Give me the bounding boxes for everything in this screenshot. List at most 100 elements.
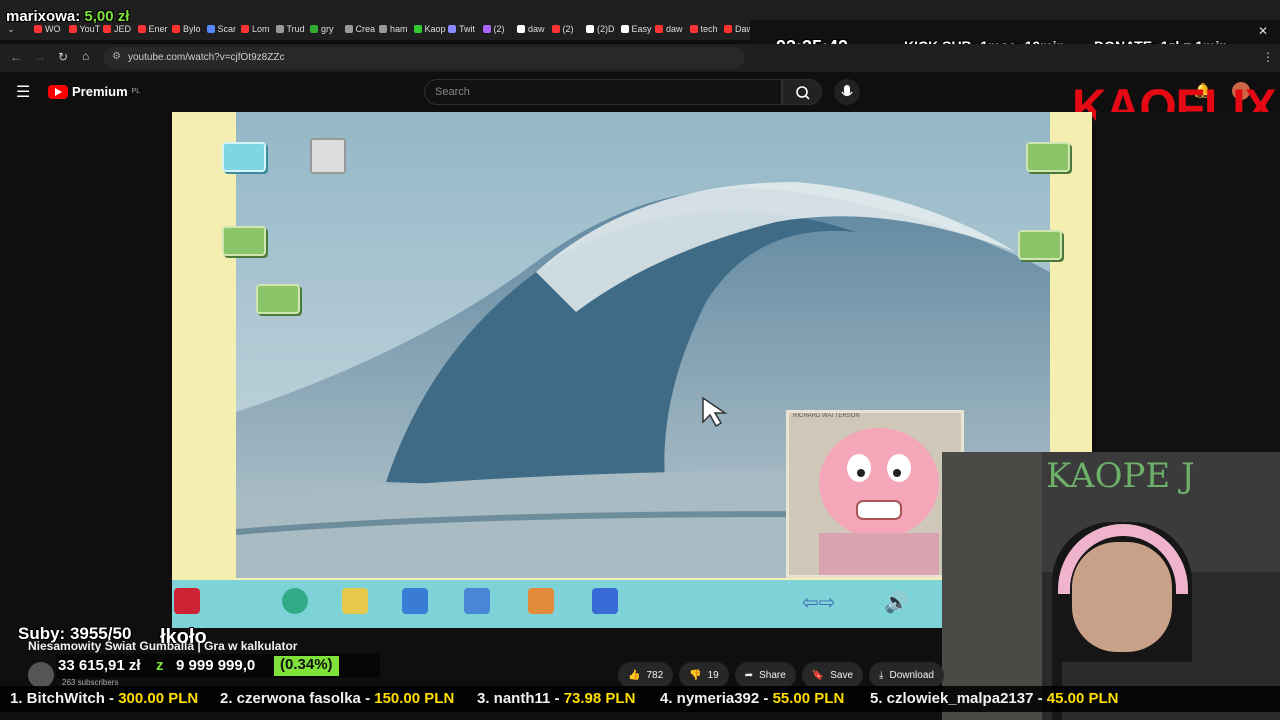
goal-target: 9 999 999,0 [176,657,256,674]
browser-tab[interactable]: (2) [482,22,505,36]
browser-tab[interactable]: tech [689,22,718,36]
tab-label: Lom [252,24,270,34]
tab-label: tech [700,24,718,34]
tab-favicon-icon [172,25,180,33]
browser-tab[interactable]: JED [103,22,131,36]
arrows-icon: ⇦⇨ [802,592,836,614]
tab-label: Twit [459,24,476,34]
search-button[interactable] [782,79,822,105]
ticker-amount: 73.98 PLN [563,690,636,707]
hamburger-menu-icon[interactable]: ☰ [16,82,30,102]
ticker-amount: 55.00 PLN [772,690,845,707]
tab-label: Ener [148,24,168,34]
youtube-play-icon [48,84,68,99]
forward-icon[interactable]: → [34,50,46,64]
browser-tab[interactable]: Twit [448,22,475,36]
browser-tab[interactable]: Lom [241,22,270,36]
video-title: Niesamowity Świat Gumballa | Gra w kalku… [28,639,298,653]
tab-label: (2) [562,24,574,34]
tab-favicon-icon [103,25,111,33]
goal-amount: 33 615,91 zł [58,657,141,674]
close-window-icon[interactable]: ✕ [1258,24,1268,38]
donation-ticker: 1. BitchWitch - 300.00 PLN 2. czerwona f… [0,686,1280,712]
webcam-feed: KAOPE J [942,452,1280,720]
browser-tab[interactable]: daw [517,22,545,36]
voice-search-button[interactable] [834,79,860,105]
tab-favicon-icon [448,25,456,33]
browser-tab[interactable]: Daw [724,22,753,36]
like-button[interactable]: 👍 782 [618,662,674,688]
tab-favicon-icon [724,25,732,33]
music-icon [402,588,428,614]
ticker-item: 3. nanth11 - 73.98 PLN [477,690,635,707]
youtube-region: PL [131,88,141,95]
microphone-icon [841,85,853,97]
tab-favicon-icon [551,25,560,33]
search-input[interactable]: Search [424,79,782,105]
tab-list-chevron-icon[interactable]: ⌄ [0,24,22,36]
tab-label: Bylo [183,24,201,34]
browser-tab[interactable]: Ener [137,22,168,36]
start-icon [174,588,200,614]
like-count: 782 [646,669,664,681]
character-pip: RICHARD WATTERSON [786,410,964,578]
search-icon [796,86,810,100]
download-button[interactable]: ⤓ Download [869,662,944,688]
url-field[interactable]: ⚙ youtube.com/watch?v=cjfOt9z8ZZc [104,47,744,69]
ticker-item: 2. czerwona fasolka - 150.00 PLN [220,690,454,707]
browser-tab[interactable]: YouT [68,22,100,36]
browser-tab[interactable]: ham [379,22,408,36]
ticker-donor: 4. nymeria392 - [660,690,773,707]
reload-icon[interactable]: ↻ [58,50,68,64]
browser-tab[interactable]: Trud [275,22,305,36]
address-bar-row: ← → ↻ ⌂ ⚙ youtube.com/watch?v=cjfOt9z8ZZ… [0,44,1280,72]
browser-tab[interactable]: Crea [344,22,375,36]
right-sidebar [1096,112,1280,452]
tab-label: JED [114,24,132,34]
tab-label: Easy [631,24,652,34]
bookmark-icon: 🔖 [811,669,825,681]
browser-tab[interactable]: (2)D [586,22,615,36]
thumbs-up-icon: 👍 [628,669,641,681]
browser-tab[interactable]: Scar [206,22,237,36]
site-info-icon[interactable]: ⚙ [112,51,121,62]
browser-tab[interactable]: daw [655,22,683,36]
ticker-amount: 150.00 PLN [374,690,455,707]
tab-label: Scar [217,24,237,34]
save-button[interactable]: 🔖 Save [801,662,864,688]
channel-avatar[interactable] [28,662,54,688]
tab-favicon-icon [241,25,249,33]
tab-label: gry [321,24,334,34]
dislike-count: 19 [707,669,719,681]
download-icon: ⤓ [879,669,884,681]
browser-tab[interactable]: Kaop [413,22,446,36]
browser-tab[interactable]: Easy [620,22,652,36]
back-icon[interactable]: ← [10,50,22,64]
folder-icon [222,226,266,256]
browser-tab[interactable]: Bylo [172,22,201,36]
dislike-button[interactable]: 👎 19 [679,662,729,688]
browser-tab[interactable]: (2) [551,22,574,36]
search-placeholder: Search [435,86,470,98]
tab-label: Kaop [424,24,446,34]
share-button[interactable]: ➦ Share [734,662,796,688]
browser-tab-bar: marixowa: 5,00 zł ⌄ WO YouT JED Ener Bylo Sca… [0,0,1280,72]
trash-desktop-icon [310,138,346,174]
folder-icon [1026,142,1070,172]
ticker-item: 1. BitchWitch - 300.00 PLN [10,690,198,707]
browser-tab[interactable]: gry [310,22,334,36]
browser-tab[interactable]: WO [34,22,61,36]
pink-character-illustration [819,428,939,575]
youtube-logo[interactable]: Premium PL [48,84,140,99]
save-label: Save [830,669,854,681]
globe-icon [282,588,308,614]
poster-wall [942,452,1042,720]
tab-favicon-icon [482,25,491,33]
tab-favicon-icon [68,25,77,33]
browser-menu-icon[interactable]: ⋮ [1262,50,1274,64]
tab-favicon-icon [137,25,146,33]
tab-favicon-icon [379,25,387,33]
home-icon[interactable]: ⌂ [82,49,89,63]
tab-label: daw [528,24,545,34]
tab-label: Trud [286,24,305,34]
